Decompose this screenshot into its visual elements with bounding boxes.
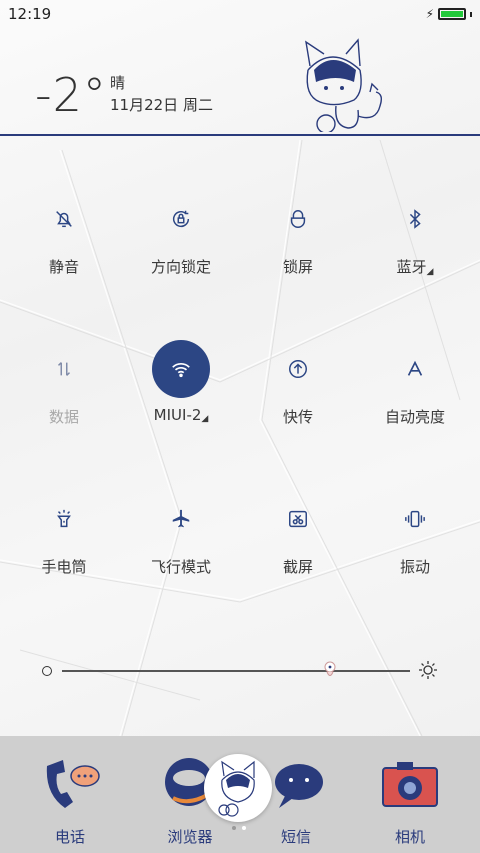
date-label: 11月22日 周二 [110,96,213,114]
dock-app-phone[interactable]: 电话 [10,748,130,847]
temperature: -2° [35,68,107,122]
toggle-lock-screen[interactable]: 锁屏 [238,190,358,300]
dock-label: 短信 [280,828,311,846]
toggle-label: 飞行模式 [150,558,211,576]
brightness-slider[interactable] [40,658,440,682]
lock-icon [290,210,306,228]
toggle-screenshot[interactable]: 截屏 [238,490,358,600]
toggle-silent[interactable]: 静音 [4,190,124,300]
toggle-bluetooth[interactable]: 蓝牙◢ [355,190,475,300]
toggle-label: 自动亮度 [384,408,445,426]
toggle-mobile-data[interactable]: 数据 [4,340,124,450]
battery-fill [441,11,463,17]
mobile-data-icon [57,362,71,376]
toggle-label: MIUI-2◢ [153,406,209,424]
brightness-track[interactable] [62,670,410,672]
dock-label: 相机 [394,828,425,846]
toggle-label: 手电筒 [41,558,87,576]
rotation-lock-icon [173,210,190,228]
toggle-quick-transfer[interactable]: 快传 [238,340,358,450]
charging-icon: ⚡ [425,7,434,21]
battery-indicator: ⚡ [426,7,472,21]
toggle-rotation-lock[interactable]: 方向锁定 [121,190,241,300]
page-indicator [232,826,246,830]
wifi-icon [172,363,190,378]
menu-triangle-icon: ◢ [426,267,434,277]
phone-icon [46,760,100,808]
toggle-label: 振动 [399,558,430,576]
quick-transfer-icon [289,360,307,378]
toggle-label: 数据 [48,408,79,426]
toggle-auto-brightness[interactable]: 自动亮度 [355,340,475,450]
toggle-label: 快传 [282,408,313,426]
bell-off-icon [56,211,72,228]
status-bar: 12:19 ⚡ [0,0,480,28]
toggle-label: 静音 [48,258,79,276]
brightness-low-icon [42,666,52,676]
cat-hood-character-illustration [305,38,383,132]
toggle-label: 锁屏 [282,258,313,276]
weather-condition: 晴 [110,74,126,92]
vibrate-icon [405,510,425,528]
screenshot-icon [289,510,307,528]
toggle-vibrate[interactable]: 振动 [355,490,475,600]
weather-card[interactable]: -2° 晴 11月22日 周二 [0,28,480,136]
brightness-high-icon [419,661,437,679]
toggle-label: 方向锁定 [150,258,211,276]
camera-icon [382,762,438,807]
dock-app-camera[interactable]: 相机 [350,748,470,847]
theme-avatar-button[interactable] [204,754,272,822]
brightness-thumb[interactable] [322,660,338,680]
toggle-airplane-mode[interactable]: 飞行模式 [121,490,241,600]
battery-icon [438,8,466,20]
bluetooth-icon [409,209,421,229]
flashlight-icon [57,509,71,528]
toggle-label: 蓝牙◢ [396,258,434,277]
avatar-character-icon [218,760,255,817]
toggle-wifi[interactable]: MIUI-2◢ [121,340,241,450]
airplane-icon [172,509,190,528]
status-time: 12:19 [8,5,52,23]
dock-label: 电话 [54,828,85,846]
auto-brightness-icon [407,360,423,376]
toggle-flashlight[interactable]: 手电筒 [4,490,124,600]
menu-triangle-icon: ◢ [201,414,209,424]
toggle-label: 截屏 [282,558,313,576]
